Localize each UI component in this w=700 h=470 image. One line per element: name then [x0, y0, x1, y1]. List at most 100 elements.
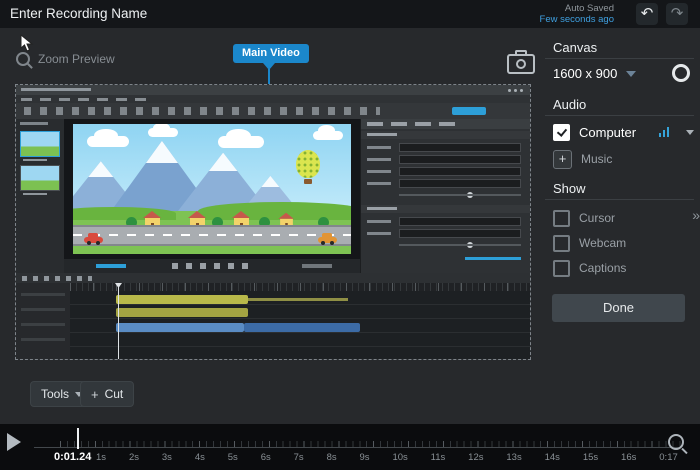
- road: [73, 225, 351, 246]
- captions-label: Captions: [579, 261, 627, 275]
- editor-timeline-toolbar: [16, 273, 530, 283]
- properties-section-header: [361, 131, 530, 139]
- tick-label: 0:17: [659, 452, 678, 463]
- properties-slider-row: [367, 191, 521, 200]
- properties-row: [367, 143, 521, 152]
- tick-label: 8s: [326, 452, 337, 463]
- webcam-row: Webcam: [553, 234, 694, 252]
- snow-cap: [175, 152, 271, 171]
- cloud: [148, 124, 179, 137]
- editor-timeline: [16, 273, 530, 359]
- tick-label: 15s: [582, 452, 599, 463]
- plus-icon: +: [91, 386, 99, 402]
- editor-toolbar-icons: [16, 103, 530, 119]
- cursor-checkbox[interactable]: [553, 209, 570, 227]
- tick-label: 5s: [227, 452, 238, 463]
- cut-label: Cut: [104, 387, 124, 401]
- car: [84, 232, 104, 245]
- tick-label: 12s: [468, 452, 484, 463]
- chevron-down-icon[interactable]: [686, 129, 694, 135]
- tick-label: 10s: [392, 452, 408, 463]
- editor-properties-panel: [360, 119, 530, 273]
- playhead[interactable]: [77, 428, 79, 449]
- computer-audio-label: Computer: [579, 124, 637, 140]
- timeline-scrubber[interactable]: 1s 2s 3s 4s 5s 6s 7s 8s 9s 10s 11s 12s 1…: [0, 424, 700, 470]
- badge-pointer-line: [268, 69, 270, 84]
- undo-icon[interactable]: ↶: [636, 3, 658, 25]
- music-row: + Music: [553, 149, 694, 169]
- autosave-label: Auto Saved: [564, 3, 614, 14]
- editor-timeline-ruler: [70, 283, 530, 291]
- audio-heading: Audio: [553, 97, 587, 112]
- panel-expander-icon[interactable]: »: [692, 207, 700, 223]
- cursor-label: Cursor: [579, 211, 616, 225]
- tick-label: 3s: [161, 452, 172, 463]
- properties-row: [367, 155, 521, 164]
- timeline-clip: [116, 323, 244, 332]
- done-button[interactable]: Done: [552, 294, 685, 322]
- editor-canvas: [64, 119, 360, 259]
- chevron-down-icon: [626, 70, 637, 77]
- webcam-checkbox[interactable]: [553, 234, 570, 252]
- cut-button[interactable]: + Cut: [80, 381, 135, 407]
- canvas-color-indicator[interactable]: [672, 64, 690, 82]
- snow-cap: [109, 140, 215, 163]
- zoom-preview-label: Zoom Preview: [38, 52, 115, 66]
- music-label: Music: [581, 152, 613, 166]
- magnifier-icon: [16, 52, 30, 66]
- editor-playhead: [118, 283, 119, 359]
- main-video-badge[interactable]: Main Video: [233, 44, 309, 63]
- timeline-zoom-icon[interactable]: [668, 434, 684, 450]
- timeline-clip: [116, 308, 248, 317]
- tick-label: 16s: [621, 452, 637, 463]
- redo-icon[interactable]: ↷: [666, 3, 688, 25]
- computer-audio-checkbox[interactable]: [553, 123, 570, 141]
- car: [318, 232, 338, 245]
- cartoon-scene: [73, 124, 351, 254]
- tick-label: 13s: [506, 452, 522, 463]
- timeline-clip: [116, 295, 248, 304]
- tools-label: Tools: [41, 387, 70, 401]
- hot-air-balloon: [296, 150, 321, 184]
- divider: [545, 115, 694, 116]
- properties-tabs: [361, 119, 530, 129]
- computer-audio-row: Computer: [553, 123, 694, 141]
- editor-titlebar: [16, 85, 530, 95]
- show-heading: Show: [553, 181, 586, 196]
- editor-menubar: [16, 95, 530, 103]
- current-time-label: 0:01.24: [54, 451, 92, 463]
- divider: [545, 58, 694, 59]
- cursor-row: Cursor: [553, 209, 694, 227]
- add-music-button[interactable]: +: [553, 149, 572, 169]
- canvas-size-value: 1600 x 900: [553, 66, 618, 81]
- editor-playback-controls: [64, 259, 360, 273]
- divider: [545, 199, 694, 200]
- properties-link: [465, 257, 521, 260]
- play-button[interactable]: [7, 433, 21, 451]
- timeline-baseline: [34, 447, 680, 448]
- thumbnail-caption: [23, 159, 47, 161]
- tick-label: 1s: [96, 452, 107, 463]
- tick-label: 14s: [544, 452, 560, 463]
- canvas-heading: Canvas: [553, 40, 598, 55]
- tick-label: 2s: [128, 452, 139, 463]
- tick-label: 11s: [430, 452, 446, 463]
- thumbnail-caption: [23, 193, 47, 195]
- captions-row: Captions: [553, 259, 694, 277]
- canvas-size-dropdown[interactable]: 1600 x 900: [553, 66, 637, 81]
- snapshot-camera-icon[interactable]: [507, 50, 535, 74]
- editor-media-panel: [16, 119, 65, 273]
- properties-row: [367, 167, 521, 176]
- timeline-clip: [244, 323, 360, 332]
- autosave-status: Auto Saved Few seconds ago: [540, 3, 614, 25]
- top-bar: Enter Recording Name Auto Saved Few seco…: [0, 0, 700, 28]
- tick-label: 9s: [359, 452, 370, 463]
- main-video-preview[interactable]: [15, 84, 531, 360]
- captions-checkbox[interactable]: [553, 259, 570, 277]
- tick-label: 4s: [194, 452, 205, 463]
- snow-cap: [239, 175, 301, 188]
- recording-name-field[interactable]: Enter Recording Name: [10, 6, 147, 21]
- zoom-preview-control[interactable]: Zoom Preview: [16, 52, 115, 66]
- tick-label: 7s: [293, 452, 304, 463]
- properties-slider-row: [367, 241, 521, 250]
